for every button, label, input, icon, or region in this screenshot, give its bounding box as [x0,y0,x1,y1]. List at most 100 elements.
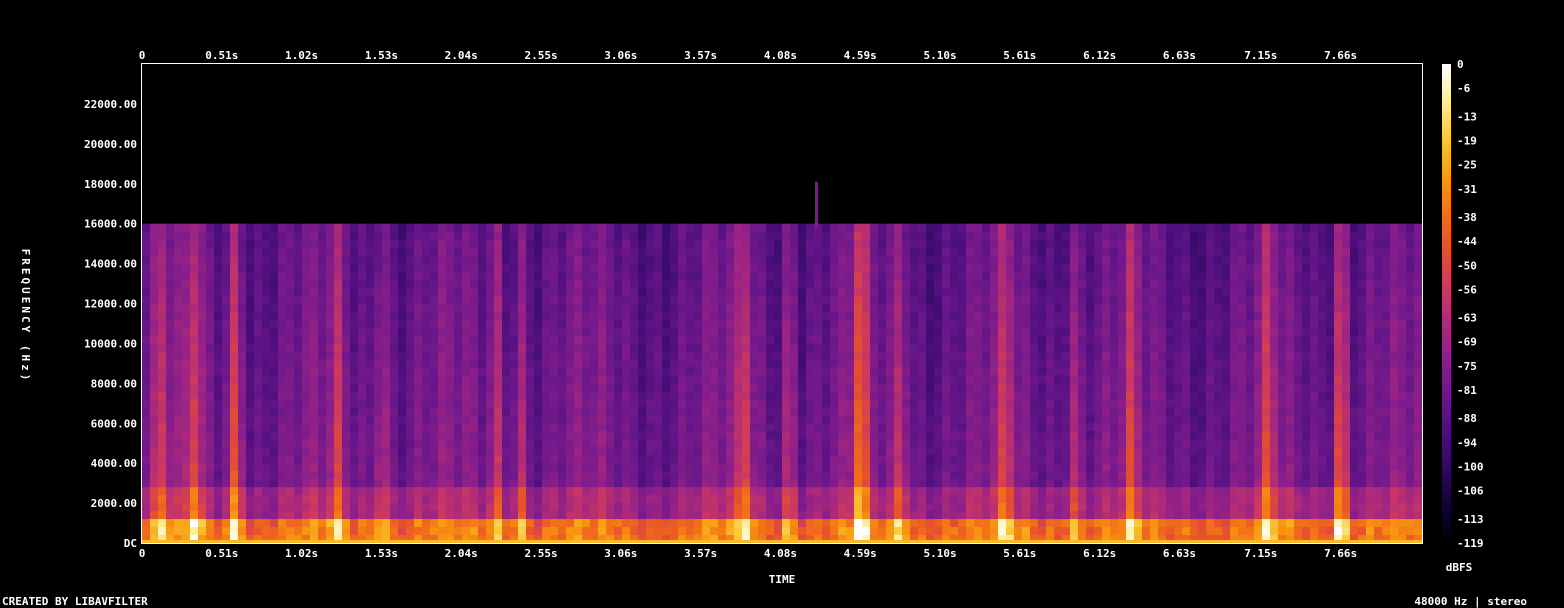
spectrogram-cell [430,239,439,249]
spectrogram-cell [870,327,879,336]
spectrogram-cell [438,399,447,408]
spectrogram-cell [230,359,239,368]
spectrogram-cell [750,511,759,520]
spectrogram-cell [1086,359,1095,368]
spectrogram-cell [966,255,975,264]
spectrogram-cell [822,423,831,432]
spectrogram-cell [558,487,567,496]
spectrogram-cell [614,527,623,536]
spectrogram-cell [614,495,623,504]
spectrogram-cell [174,319,183,328]
spectrogram-cell [590,231,599,241]
spectrogram-cell [318,463,327,472]
spectrogram-cell [318,431,327,440]
spectrogram-cell [230,407,239,416]
spectrogram-cell [910,231,919,241]
spectrogram-cell [798,367,807,376]
spectrogram-cell [182,247,191,256]
spectrogram-cell [478,263,487,272]
spectrogram-cell [486,263,495,272]
spectrogram-cell [846,391,855,400]
spectrogram-cell [774,495,783,504]
spectrogram-cell [846,511,855,520]
spectrogram-cell [582,263,591,272]
spectrogram-cell [990,303,999,312]
spectrogram-cell [534,439,543,448]
spectrogram-cell [878,231,887,241]
spectrogram-cell [1134,319,1143,328]
spectrogram-cell [974,303,983,312]
spectrogram-cell [494,311,503,320]
spectrogram-cell [854,503,863,512]
spectrogram-cell [414,239,423,249]
spectrogram-cell [598,247,607,256]
spectrogram-cell [846,519,855,528]
spectrogram-cell [318,375,327,384]
spectrogram-cell [598,487,607,496]
spectrogram-cell [742,239,751,249]
spectrogram-cell [630,503,639,512]
spectrogram-cell [942,415,951,424]
spectrogram-cell [358,295,367,304]
spectrogram-cell [926,471,935,480]
spectrogram-cell [726,239,735,249]
spectrogram-cell [830,471,839,480]
spectrogram-cell [822,247,831,256]
spectrogram-cell [190,383,199,392]
spectrogram-cell [582,327,591,336]
spectrogram-cell [406,527,415,536]
spectrogram-cell [774,431,783,440]
spectrogram-cell [534,311,543,320]
spectrogram-cell [934,231,943,241]
spectrogram-cell [1022,239,1031,249]
spectrogram-cell [350,375,359,384]
spectrogram-cell [926,255,935,264]
spectrogram-cell [182,479,191,488]
spectrogram-cell [766,487,775,496]
spectrogram-cell [542,391,551,400]
spectrogram-cell [694,271,703,280]
spectrogram-cell [246,239,255,249]
spectrogram-cell [366,439,375,448]
spectrogram-cell [766,343,775,352]
spectrogram-cell [286,231,295,241]
spectrogram-cell [1102,343,1111,352]
spectrogram-cell [966,327,975,336]
spectrogram-cell [142,471,151,480]
spectrogram-cell [286,287,295,296]
spectrogram-cell [726,255,735,264]
spectrogram-cell [1022,503,1031,512]
spectrogram-cell [246,447,255,456]
spectrogram-cell [886,375,895,384]
spectrogram-cell [1038,519,1047,528]
spectrogram-cell [318,407,327,416]
spectrogram-cell [678,511,687,520]
spectrogram-cell [974,279,983,288]
spectrogram-cell [206,383,215,392]
spectrogram-cell [534,231,543,241]
spectrogram-cell [438,487,447,496]
spectrogram-cell [190,319,199,328]
spectrogram-cell [190,351,199,360]
spectrogram-cell [350,343,359,352]
spectrogram-cell [1014,247,1023,256]
spectrogram-cell [1030,439,1039,448]
spectrogram-cell [1006,463,1015,472]
spectrogram-cell [654,519,663,528]
spectrogram-cell [1102,279,1111,288]
spectrogram-cell [806,223,815,233]
spectrogram-cell [526,447,535,456]
spectrogram-cell [774,287,783,296]
spectrogram-cell [286,463,295,472]
spectrogram-cell [950,511,959,520]
spectrogram-cell [1022,271,1031,280]
spectrogram-cell [398,255,407,264]
spectrogram-cell [766,407,775,416]
spectrogram-cell [334,335,343,344]
spectrogram-cell [262,503,271,512]
spectrogram-cell [742,303,751,312]
spectrogram-cell [526,463,535,472]
spectrogram-cell [758,375,767,384]
spectrogram-cell [478,423,487,432]
spectrogram-cell [1062,487,1071,496]
